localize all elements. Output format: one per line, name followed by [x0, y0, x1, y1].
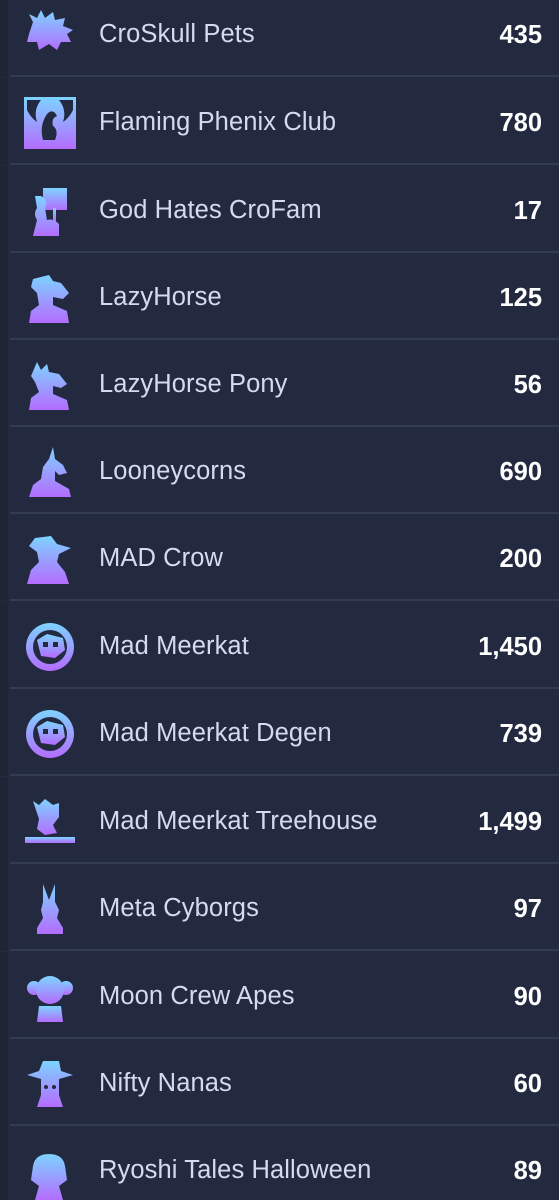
collection-count: 435 — [499, 21, 542, 49]
collection-list: CroSkull Pets 435 Flaming Phenix Club 78… — [0, 0, 559, 1200]
collection-name: MAD Crow — [99, 544, 224, 572]
collection-name: Meta Cyborgs — [99, 894, 259, 922]
collection-name: Mad Meerkat — [99, 632, 249, 660]
list-item[interactable]: LazyHorse 125 — [0, 253, 559, 340]
list-item[interactable]: Flaming Phenix Club 780 — [0, 78, 559, 165]
list-item[interactable]: MAD Crow 200 — [0, 514, 559, 601]
collection-name: Looneycorns — [99, 457, 247, 485]
collection-name: Mad Meerkat Treehouse — [99, 807, 378, 835]
meerkat-badge-icon — [23, 620, 77, 674]
list-item[interactable]: CroSkull Pets 435 — [0, 0, 559, 77]
collection-name: Mad Meerkat Degen — [99, 719, 332, 747]
collection-count: 60 — [513, 1070, 542, 1098]
row-divider — [10, 163, 559, 165]
collection-count: 200 — [499, 545, 542, 573]
collection-count: 97 — [513, 895, 542, 923]
phoenix-icon — [23, 96, 77, 150]
list-item[interactable]: Mad Meerkat 1,450 — [0, 602, 559, 689]
collection-count: 56 — [513, 371, 542, 399]
pony-icon — [23, 358, 77, 412]
rabbit-icon — [23, 882, 77, 936]
unicorn-icon — [23, 445, 77, 499]
collection-count: 739 — [499, 720, 542, 748]
row-divider — [10, 949, 559, 951]
collection-name: LazyHorse Pony — [99, 370, 288, 398]
collection-name: LazyHorse — [99, 283, 222, 311]
collection-name: Ryoshi Tales Halloween — [99, 1156, 372, 1184]
protest-sign-icon — [23, 184, 77, 238]
collection-count: 1,499 — [478, 808, 542, 836]
row-divider — [10, 599, 559, 601]
list-item[interactable]: Ryoshi Tales Halloween 89 — [0, 1126, 559, 1200]
collection-name: Flaming Phenix Club — [99, 108, 337, 136]
crow-icon — [23, 532, 77, 586]
list-item[interactable]: Meta Cyborgs 97 — [0, 864, 559, 951]
banana-hat-icon — [23, 1057, 77, 1111]
collection-count: 90 — [513, 983, 542, 1011]
collection-count: 125 — [499, 284, 542, 312]
collection-name: CroSkull Pets — [99, 20, 255, 48]
collection-name: Nifty Nanas — [99, 1069, 232, 1097]
ryoshi-icon — [23, 1150, 77, 1200]
meerkat-badge-icon — [23, 707, 77, 761]
collection-count: 89 — [513, 1157, 542, 1185]
collection-count: 17 — [513, 197, 542, 225]
collection-name: Moon Crew Apes — [99, 982, 295, 1010]
list-item[interactable]: Mad Meerkat Treehouse 1,499 — [0, 777, 559, 864]
collection-count: 690 — [499, 458, 542, 486]
horse-icon — [23, 271, 77, 325]
collection-name: God Hates CroFam — [99, 196, 322, 224]
treehouse-meerkat-icon — [23, 795, 77, 849]
list-item[interactable]: Mad Meerkat Degen 739 — [0, 689, 559, 776]
collection-count: 1,450 — [478, 633, 542, 661]
croskull-pets-icon — [23, 4, 77, 58]
list-item[interactable]: Moon Crew Apes 90 — [0, 952, 559, 1039]
list-item[interactable]: Nifty Nanas 60 — [0, 1039, 559, 1126]
ape-icon — [23, 970, 77, 1024]
list-item[interactable]: God Hates CroFam 17 — [0, 166, 559, 253]
row-divider — [10, 774, 559, 776]
list-item[interactable]: Looneycorns 690 — [0, 427, 559, 514]
list-item[interactable]: LazyHorse Pony 56 — [0, 340, 559, 427]
collection-count: 780 — [499, 109, 542, 137]
row-divider — [10, 75, 559, 77]
